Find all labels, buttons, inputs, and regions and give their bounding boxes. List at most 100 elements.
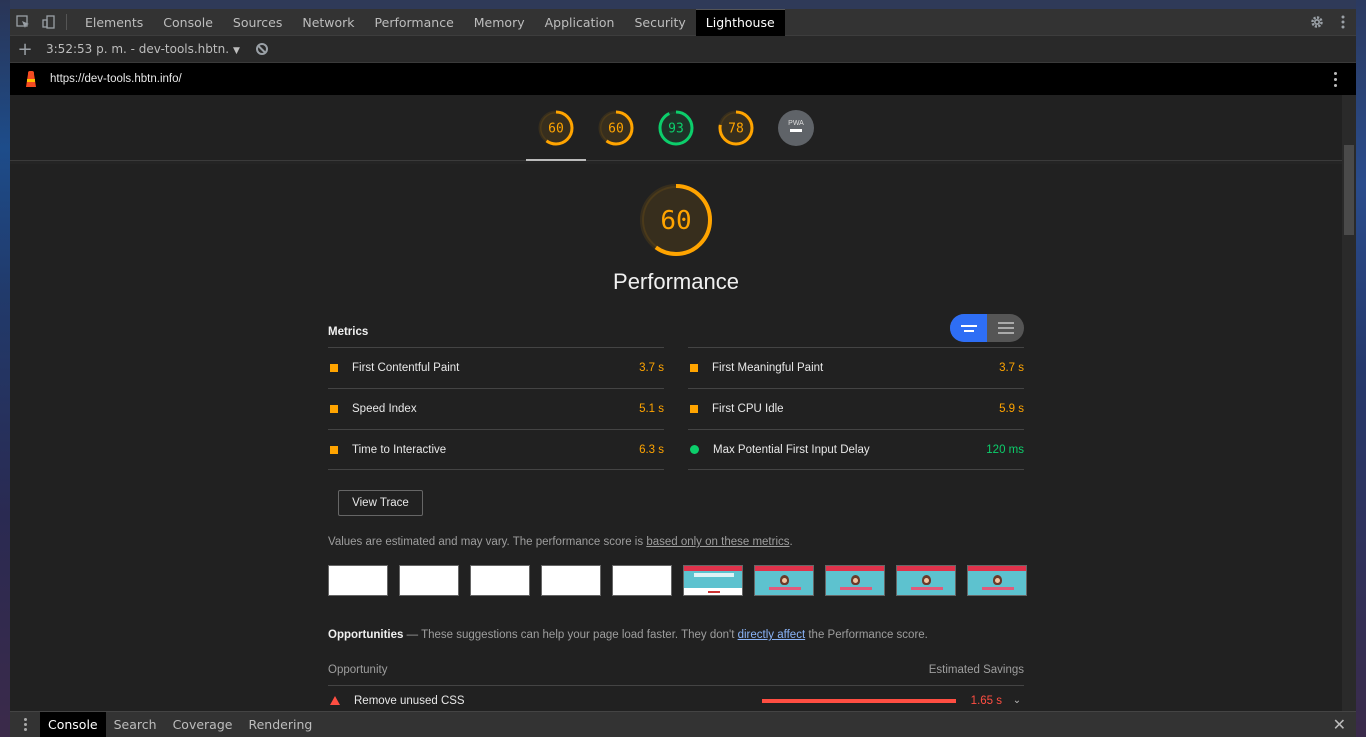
metric-value: 3.7 s <box>639 362 664 374</box>
desktop-background-right <box>1356 0 1366 737</box>
metric-name: First CPU Idle <box>712 403 784 415</box>
more-options-icon[interactable] <box>1330 9 1356 35</box>
filmstrip-frame <box>470 565 530 596</box>
estimate-end: . <box>789 536 793 548</box>
tab-security[interactable]: Security <box>624 9 695 36</box>
category-gauge[interactable]: 60 <box>526 95 586 161</box>
estimate-text: Values are estimated and may vary. The p… <box>328 536 647 548</box>
estimate-note: Values are estimated and may vary. The p… <box>328 536 793 548</box>
metric-row: First CPU Idle 5.9 s <box>688 388 1024 429</box>
metric-value: 5.9 s <box>999 403 1024 415</box>
filmstrip-frame <box>328 565 388 596</box>
filmstrip-frame <box>399 565 459 596</box>
drawer-tab-console[interactable]: Console <box>40 711 106 737</box>
metric-value: 5.1 s <box>639 403 664 415</box>
category-title: Performance <box>613 269 739 294</box>
tab-memory[interactable]: Memory <box>464 9 535 36</box>
view-trace-button[interactable]: View Trace <box>338 490 423 516</box>
pass-circle-icon <box>690 445 699 454</box>
category-gauge[interactable]: PWA <box>766 95 826 161</box>
gauge-score: 93 <box>668 122 684 137</box>
category-gauge[interactable]: 78 <box>706 95 766 161</box>
filmstrip-frame <box>967 565 1027 596</box>
tab-network[interactable]: Network <box>292 9 364 36</box>
inspect-element-icon[interactable] <box>10 9 36 35</box>
directly-affect-link[interactable]: directly affect <box>738 629 806 641</box>
expanded-view-icon[interactable] <box>987 314 1024 342</box>
new-report-plus-icon[interactable]: + <box>10 39 40 60</box>
desktop-background <box>0 0 1366 9</box>
tab-sources[interactable]: Sources <box>223 9 292 36</box>
gauge-score: 78 <box>728 122 744 137</box>
pwa-dash-icon <box>790 129 802 132</box>
col-opportunity: Opportunity <box>328 664 388 676</box>
average-square-icon <box>330 364 338 372</box>
vertical-scrollbar[interactable] <box>1342 95 1356 711</box>
metric-name: First Contentful Paint <box>352 362 460 374</box>
opportunities-description: These suggestions can help your page loa… <box>421 629 738 641</box>
savings-bar <box>762 698 956 703</box>
report-url: https://dev-tools.hbtn.info/ <box>50 73 182 85</box>
metrics-link[interactable]: based only on these metrics <box>646 536 789 548</box>
compact-view-icon[interactable] <box>950 314 987 342</box>
savings-value: 1.65 s <box>970 694 1002 707</box>
devtools-window: Elements Console Sources Network Perform… <box>10 9 1356 737</box>
report-menu-icon[interactable] <box>1334 71 1338 87</box>
pwa-label: PWA <box>788 120 804 127</box>
opportunities-columns: Opportunity Estimated Savings <box>328 664 1024 676</box>
category-gauge[interactable]: 93 <box>646 95 706 161</box>
dropdown-caret-icon: ▼ <box>233 46 240 56</box>
score-header: 60 60 93 78 PWA <box>10 95 1342 161</box>
tab-performance[interactable]: Performance <box>365 9 464 36</box>
tab-console[interactable]: Console <box>153 9 223 36</box>
metrics-left-column: First Contentful Paint 3.7 s Speed Index 5.… <box>328 347 664 470</box>
opportunity-name: Remove unused CSS <box>354 694 465 707</box>
desktop-background-left <box>0 0 10 737</box>
average-square-icon <box>330 445 338 454</box>
filmstrip-frame <box>541 565 601 596</box>
filmstrip-frame <box>896 565 956 596</box>
drawer-tab-search[interactable]: Search <box>106 712 165 737</box>
drawer-tab-coverage[interactable]: Coverage <box>165 712 241 737</box>
performance-section: 60 Performance Metrics First Contentful … <box>10 164 1342 711</box>
toolbar-divider <box>66 14 67 30</box>
metric-name: Time to Interactive <box>352 443 447 456</box>
opportunities-header: Opportunities — These suggestions can he… <box>328 629 928 641</box>
lighthouse-toolbar: + 3:52:53 p. m. - dev-tools.hbtn. ▼ <box>10 36 1356 63</box>
close-drawer-icon[interactable]: ✕ <box>1333 715 1346 734</box>
scrollbar-thumb[interactable] <box>1344 145 1354 235</box>
metrics-view-toggle[interactable] <box>950 314 1024 342</box>
report-selector-label: 3:52:53 p. m. - dev-tools.hbtn. <box>46 42 230 56</box>
average-square-icon <box>330 405 338 413</box>
metric-value: 6.3 s <box>639 443 664 456</box>
opportunities-dash: — <box>403 629 422 641</box>
drawer-menu-icon[interactable] <box>10 718 40 731</box>
devtools-tab-bar: Elements Console Sources Network Perform… <box>10 9 1356 36</box>
tab-elements[interactable]: Elements <box>75 9 153 36</box>
device-toolbar-icon[interactable] <box>36 9 62 35</box>
gauge-score: 60 <box>608 122 624 137</box>
metric-name: Speed Index <box>352 403 417 415</box>
metric-row: Max Potential First Input Delay 120 ms <box>688 429 1024 470</box>
drawer-tab-rendering[interactable]: Rendering <box>240 712 320 737</box>
category-gauge[interactable]: 60 <box>586 95 646 161</box>
report-selector[interactable]: 3:52:53 p. m. - dev-tools.hbtn. ▼ <box>40 42 240 56</box>
settings-gear-icon[interactable] <box>1304 9 1330 35</box>
metric-value: 120 ms <box>986 443 1024 456</box>
tab-application[interactable]: Application <box>535 9 625 36</box>
bottom-drawer: Console Search Coverage Rendering ✕ <box>10 711 1356 737</box>
category-gauges: 60 60 93 78 PWA <box>526 95 826 161</box>
filmstrip-frame <box>754 565 814 596</box>
filmstrip <box>328 565 1027 596</box>
clear-all-icon[interactable] <box>255 43 268 55</box>
metrics-right-column: First Meaningful Paint 3.7 s First CPU Idl… <box>688 347 1024 470</box>
col-estimated-savings: Estimated Savings <box>928 664 1024 676</box>
tab-lighthouse[interactable]: Lighthouse <box>695 9 785 36</box>
expand-chevron-icon[interactable]: ⌄ <box>1010 695 1024 706</box>
filmstrip-frame <box>683 565 743 596</box>
metric-row: Time to Interactive 6.3 s <box>328 429 664 470</box>
fail-triangle-icon <box>330 696 340 705</box>
metric-value: 3.7 s <box>999 362 1024 374</box>
metrics-heading: Metrics <box>328 326 369 338</box>
metric-row: First Meaningful Paint 3.7 s <box>688 347 1024 388</box>
